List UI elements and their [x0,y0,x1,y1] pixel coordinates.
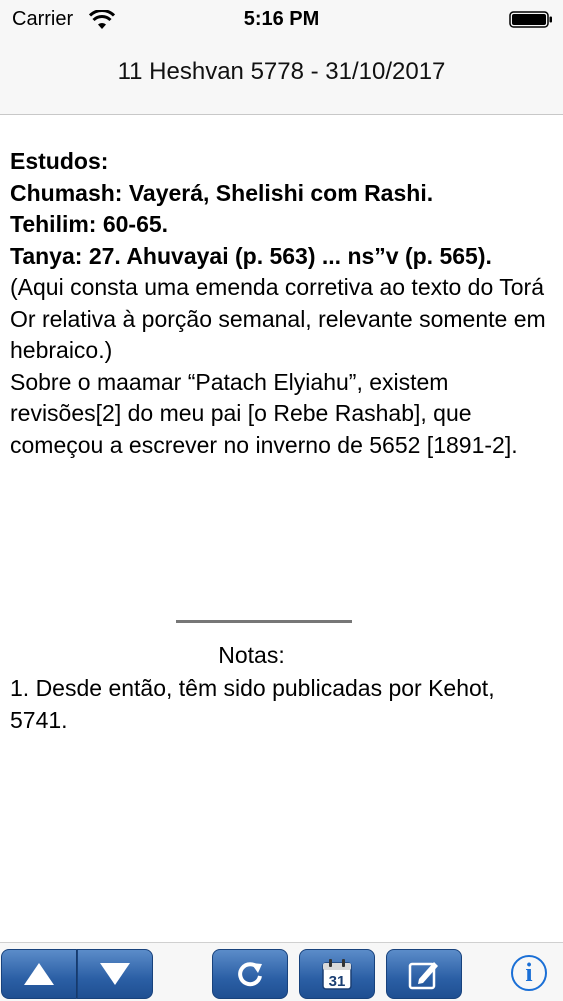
navigation-bar: 11 Heshvan 5778 - 31/10/2017 [0,40,563,115]
notes-list: 1. Desde então, têm sido publicadas por … [10,673,555,736]
correction-paragraph: (Aqui consta uma emenda corretiva ao tex… [10,274,546,363]
chumash-line: Chumash: Vayerá, Shelishi com Rashi. [10,179,434,206]
note-item: 1. Desde então, têm sido publicadas por … [10,675,495,733]
notes-title: Notas: [218,642,285,668]
calendar-button[interactable]: 31 [299,949,375,999]
previous-day-button[interactable] [1,949,77,999]
maamar-paragraph: Sobre o maamar “Patach Elyiahu”, existem… [10,368,518,458]
bottom-toolbar: 31 i [0,942,563,1001]
tehilim-line: Tehilim: 60-65. [10,211,169,237]
arrow-down-icon [100,963,130,985]
study-content: Estudos: Chumash: Vayerá, Shelishi com R… [10,146,555,461]
edit-note-button[interactable] [386,949,462,999]
info-icon: i [525,958,533,987]
edit-icon [408,962,438,990]
calendar-icon: 31 [322,959,352,990]
next-day-button[interactable] [77,949,153,999]
battery-icon [509,11,552,28]
date-title: 11 Heshvan 5778 - 31/10/2017 [117,58,446,85]
clock: 5:16 PM [243,8,320,30]
notes-divider [176,620,352,623]
calendar-day-label: 31 [329,973,346,990]
status-bar: Carrier 5:16 PM [0,0,563,40]
studies-heading: Estudos: [10,148,109,174]
refresh-button[interactable] [212,949,288,999]
tanya-line: Tanya: 27. Ahuvayai (p. 563) ... ns”v (p… [10,242,492,269]
info-button[interactable]: i [511,955,547,991]
arrow-up-icon [24,963,54,985]
refresh-icon [238,962,262,987]
